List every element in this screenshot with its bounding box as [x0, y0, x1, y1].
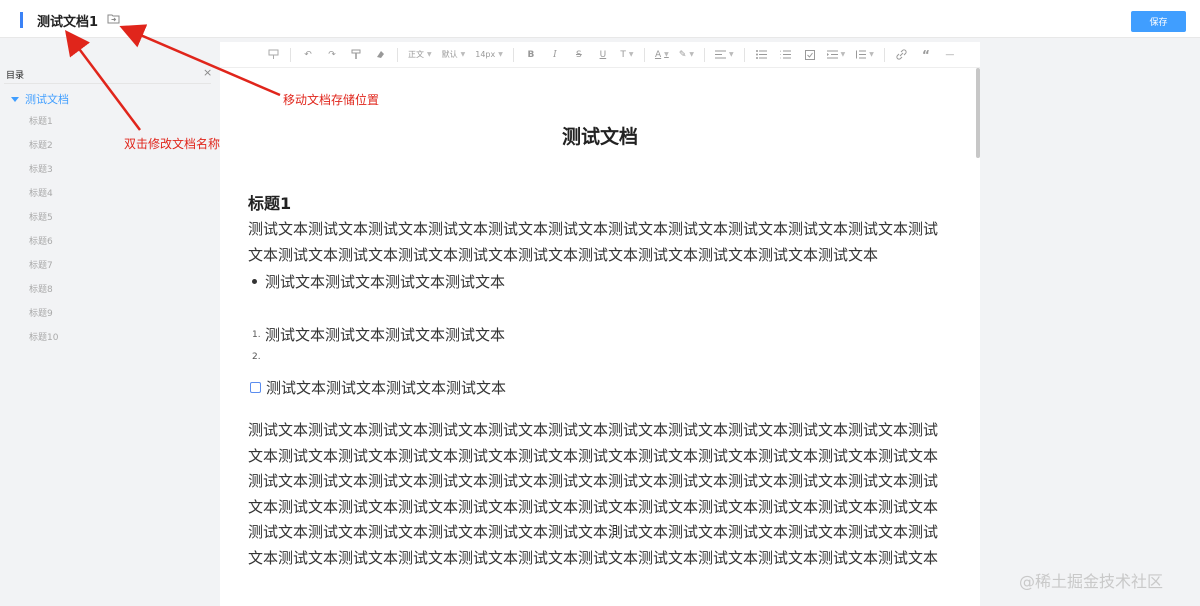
- paint-format-icon[interactable]: [349, 47, 363, 63]
- body-paragraph: 测试文本测试文本测试文本测试文本测试文本测试文本测试文本测试文本测试文本测试文本…: [248, 421, 939, 567]
- chevron-down-icon: ▼: [460, 51, 466, 58]
- title-accent-bar: [20, 12, 23, 28]
- task-text: 测试文本测试文本测试文本测试文本: [266, 379, 507, 397]
- toc-item[interactable]: 标题4: [29, 186, 58, 210]
- ordered-list-item: 2.: [252, 352, 265, 362]
- toolbar-divider: [883, 47, 885, 62]
- ordered-text: 测试文本测试文本测试文本测试文本: [265, 326, 506, 344]
- horizontal-rule-icon[interactable]: —: [943, 47, 957, 63]
- annotation-move-location: 移动文档存储位置: [283, 93, 380, 107]
- toolbar-divider: [643, 47, 645, 62]
- toc-item[interactable]: 标题2: [29, 138, 58, 162]
- toc-item[interactable]: 标题5: [29, 210, 58, 234]
- document-title[interactable]: 测试文档1: [37, 11, 98, 30]
- toolbar-divider: [743, 47, 745, 62]
- toolbar-divider: [512, 47, 514, 62]
- caret-down-icon[interactable]: [11, 96, 19, 102]
- ordered-list-item: 1. 测试文本测试文本测试文本测试文本: [252, 324, 505, 345]
- paragraph-style-label: 正文: [408, 50, 424, 59]
- toc-item[interactable]: 标题1: [29, 114, 58, 138]
- font-size-select[interactable]: 14px ▼: [475, 47, 503, 63]
- link-icon[interactable]: [895, 47, 909, 63]
- superscript-icon[interactable]: T ▼: [620, 47, 634, 63]
- folder-move-icon[interactable]: [107, 13, 120, 24]
- align-icon[interactable]: ▼: [715, 47, 734, 63]
- ordered-list-icon[interactable]: [779, 47, 793, 63]
- toolbar-divider: [704, 47, 706, 62]
- chevron-down-icon: ▼: [427, 51, 432, 58]
- toc-item[interactable]: 标题9: [29, 306, 58, 330]
- clear-format-icon[interactable]: [373, 47, 387, 63]
- undo-icon[interactable]: ↶: [301, 47, 315, 63]
- chevron-down-icon: ▼: [664, 51, 669, 58]
- task-checkbox[interactable]: [250, 382, 261, 393]
- quote-icon[interactable]: “: [919, 47, 933, 63]
- italic-icon[interactable]: I: [548, 47, 562, 63]
- strikethrough-icon[interactable]: S: [572, 47, 586, 63]
- toc-item[interactable]: 标题6: [29, 234, 58, 258]
- body-paragraph: 测试文本测试文本测试文本测试文本测试文本测试文本测试文本测试文本测试文本测试文本…: [248, 220, 939, 264]
- toc-item[interactable]: 标题7: [29, 258, 58, 282]
- list-number: 1.: [252, 329, 261, 340]
- task-list-icon[interactable]: [803, 47, 817, 63]
- chevron-down-icon: ▼: [840, 51, 846, 58]
- bullet-list-icon[interactable]: [755, 47, 769, 63]
- toc-item[interactable]: 标题8: [29, 282, 58, 306]
- line-height-icon[interactable]: ▼: [855, 47, 874, 63]
- font-color-icon[interactable]: A ▼: [655, 47, 669, 63]
- chevron-down-icon: ▼: [689, 51, 695, 58]
- watermark: @稀土掘金技术社区: [1019, 572, 1164, 591]
- task-list-item: 测试文本测试文本测试文本测试文本: [250, 377, 506, 398]
- font-family-label: 默认: [441, 50, 458, 59]
- toc-list: 标题1 标题2 标题3 标题4 标题5 标题6 标题7 标题8 标题9 标题10: [29, 114, 58, 354]
- toc-item[interactable]: 标题10: [29, 330, 58, 354]
- toc-root-item[interactable]: 测试文档: [11, 91, 69, 107]
- app-header: 测试文档1 保存: [0, 0, 1200, 38]
- redo-icon[interactable]: ↷: [325, 47, 339, 63]
- toc-root-label: 测试文档: [25, 93, 69, 106]
- indent-icon[interactable]: ▼: [826, 47, 846, 63]
- chevron-down-icon: ▼: [869, 51, 874, 58]
- toolbar-divider: [397, 47, 398, 62]
- toc-heading: 目录: [6, 71, 25, 81]
- underline-icon[interactable]: U: [596, 47, 610, 63]
- paragraph-style-select[interactable]: 正文 ▼: [408, 47, 432, 63]
- bullet-dot: [252, 279, 257, 284]
- bullet-list-item: 测试文本测试文本测试文本测试文本: [252, 271, 505, 292]
- save-button[interactable]: 保存: [1131, 11, 1186, 32]
- toc-divider: [4, 83, 211, 84]
- format-painter-icon[interactable]: [266, 47, 280, 63]
- annotation-rename: 双击修改文档名称: [124, 137, 221, 151]
- toolbar-divider: [290, 47, 291, 62]
- font-size-label: 14px: [475, 50, 496, 59]
- chevron-down-icon: ▼: [628, 51, 634, 58]
- bullet-text: 测试文本测试文本测试文本测试文本: [265, 273, 506, 291]
- editor-toolbar: ↶ ↷ 正文 ▼ 默认 ▼ 14px ▼ B I S U T ▼ A ▼ ✎ ▼ ▼: [220, 42, 980, 68]
- close-icon[interactable]: ×: [203, 66, 212, 79]
- font-family-select[interactable]: 默认 ▼: [442, 47, 466, 63]
- chevron-down-icon: ▼: [498, 51, 503, 58]
- heading-1: 标题1: [248, 194, 292, 213]
- toc-item[interactable]: 标题3: [29, 162, 58, 186]
- chevron-down-icon: ▼: [729, 51, 734, 58]
- list-number: 2.: [252, 352, 261, 362]
- document-heading: 测试文档: [561, 126, 638, 148]
- highlight-icon[interactable]: ✎ ▼: [679, 47, 694, 63]
- bold-icon[interactable]: B: [524, 47, 538, 63]
